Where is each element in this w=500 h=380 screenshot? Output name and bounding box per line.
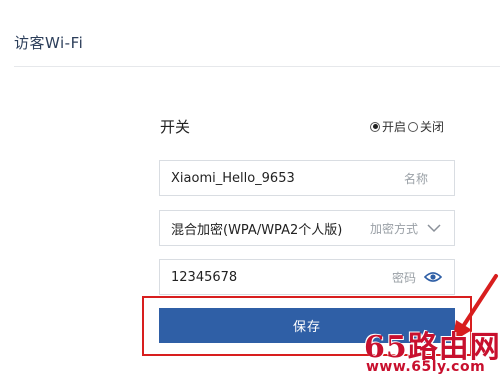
- encryption-value: 混合加密(WPA/WPA2个人版): [171, 222, 343, 238]
- ssid-field: 名称: [159, 160, 455, 196]
- ssid-hint: 名称: [403, 171, 428, 186]
- encryption-hint: 加密方式: [369, 221, 418, 236]
- switch-label: 开关: [160, 118, 191, 136]
- save-button[interactable]: 保存: [159, 308, 455, 343]
- encryption-select[interactable]: 混合加密(WPA/WPA2个人版) 加密方式: [159, 210, 455, 246]
- password-field: 密码: [159, 259, 455, 295]
- ssid-input[interactable]: [160, 161, 404, 195]
- chevron-down-icon[interactable]: [426, 220, 442, 236]
- radio-on[interactable]: 开启: [370, 118, 406, 135]
- watermark-url: www.65ly.com: [366, 359, 486, 375]
- radio-on-indicator[interactable]: [370, 121, 380, 132]
- radio-off[interactable]: 关闭: [408, 118, 444, 135]
- radio-off-indicator[interactable]: [408, 121, 419, 132]
- radio-off-label: 关闭: [420, 120, 445, 134]
- eye-icon[interactable]: [424, 270, 442, 284]
- password-input[interactable]: [160, 260, 392, 294]
- header-divider: [14, 66, 500, 67]
- switch-radio-group: 开启 关闭: [370, 118, 446, 135]
- password-hint: 密码: [391, 270, 416, 285]
- guest-wifi-page: 访客Wi-Fi 开关 开启 关闭 名称 混合加密(WPA/WPA2个人版) 加密…: [0, 0, 500, 380]
- radio-on-label: 开启: [382, 120, 407, 134]
- page-title: 访客Wi-Fi: [14, 34, 84, 52]
